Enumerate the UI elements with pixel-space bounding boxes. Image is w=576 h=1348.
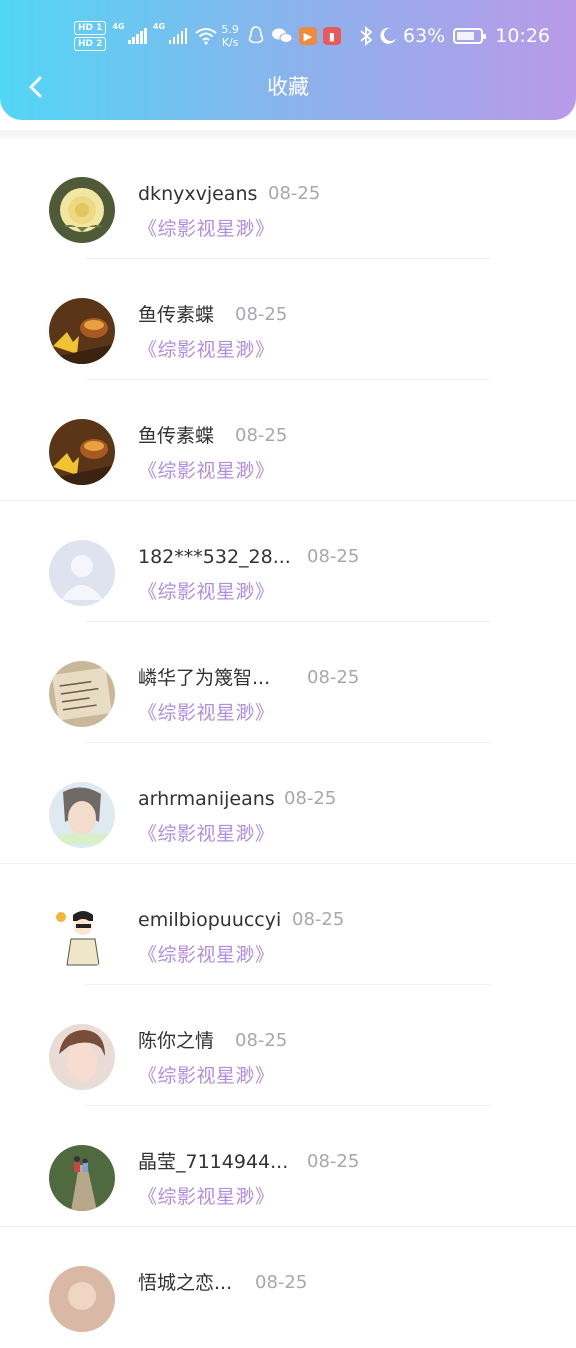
user-name: 鱼传素蝶	[138, 304, 215, 326]
favorite-date: 08-25	[307, 1151, 360, 1172]
user-name: arhrmanijeans	[138, 788, 275, 810]
status-right: 63% 10:26	[359, 22, 550, 50]
battery-percent: 63%	[403, 25, 446, 47]
avatar	[49, 782, 115, 848]
list-item[interactable]: 晶莹_7114944... 08-25 《综影视星渺》	[0, 1106, 576, 1227]
reader-app-icon: ▮	[322, 27, 341, 45]
book-title[interactable]: 《综影视星渺》	[138, 338, 275, 362]
user-name: 陈你之情	[138, 1030, 215, 1052]
favorite-date: 08-25	[307, 546, 360, 567]
book-title[interactable]: 《综影视星渺》	[138, 459, 275, 483]
book-title[interactable]: 《综影视星渺》	[138, 1064, 275, 1088]
page-title: 收藏	[267, 75, 309, 99]
wechat-icon	[271, 28, 293, 43]
avatar	[49, 298, 115, 364]
network-speed: 5.9 K/s	[221, 23, 239, 49]
favorite-date: 08-25	[284, 788, 337, 809]
hd1-badge: HD 1	[74, 21, 107, 35]
favorite-date: 08-25	[268, 183, 321, 204]
qq-icon	[248, 26, 264, 44]
list-item[interactable]: 嶙华了为篾智... 08-25 《综影视星渺》	[0, 622, 576, 743]
avatar	[49, 1145, 115, 1211]
avatar	[49, 661, 115, 727]
user-name: 悟城之恋...	[138, 1272, 233, 1294]
hd2-badge: HD 2	[74, 37, 107, 51]
favorite-date: 08-25	[235, 1030, 288, 1051]
list-item[interactable]: 悟城之恋... 08-25	[0, 1227, 576, 1348]
wifi-icon	[195, 28, 218, 45]
favorites-list: dknyxvjeans 08-25 《综影视星渺》 鱼传素蝶 08-25 《综影…	[0, 130, 576, 1348]
user-name: dknyxvjeans	[138, 183, 258, 205]
favorite-date: 08-25	[307, 667, 360, 688]
bluetooth-icon	[360, 26, 373, 46]
list-item[interactable]: 182***532_28... 08-25 《综影视星渺》	[0, 501, 576, 622]
book-title[interactable]: 《综影视星渺》	[138, 1185, 275, 1209]
clock: 10:26	[495, 25, 550, 47]
book-title[interactable]: 《综影视星渺》	[138, 701, 275, 725]
favorite-date: 08-25	[255, 1272, 308, 1293]
avatar	[49, 1024, 115, 1090]
book-title[interactable]: 《综影视星渺》	[138, 943, 275, 967]
book-title[interactable]: 《综影视星渺》	[138, 217, 275, 241]
favorite-date: 08-25	[235, 425, 288, 446]
avatar	[49, 540, 115, 606]
avatar	[49, 1266, 115, 1332]
avatar	[49, 177, 115, 243]
video-app-icon: ▶	[298, 27, 317, 45]
list-item[interactable]: 陈你之情 08-25 《综影视星渺》	[0, 985, 576, 1106]
list-item[interactable]: arhrmanijeans 08-25 《综影视星渺》	[0, 743, 576, 864]
user-name: 嶙华了为篾智...	[138, 667, 271, 689]
app-header: HD 1 HD 2 4G 4G 5.9 K/s ▶ ▮ 63% 10:26 收藏	[0, 0, 576, 120]
list-item[interactable]: 鱼传素蝶 08-25 《综影视星渺》	[0, 380, 576, 501]
list-item[interactable]: 鱼传素蝶 08-25 《综影视星渺》	[0, 259, 576, 380]
battery-icon	[453, 28, 487, 44]
avatar	[49, 903, 115, 969]
avatar	[49, 419, 115, 485]
book-title[interactable]: 《综影视星渺》	[138, 580, 275, 604]
status-bar: HD 1 HD 2 4G 4G 5.9 K/s ▶ ▮ 63% 10:26	[0, 0, 576, 70]
user-name: emilbiopuuccyi	[138, 909, 282, 931]
moon-icon	[380, 27, 396, 44]
user-name: 晶莹_7114944...	[138, 1151, 289, 1173]
user-name: 182***532_28...	[138, 546, 291, 568]
signal2-icon: 4G	[153, 22, 188, 44]
user-name: 鱼传素蝶	[138, 425, 215, 447]
signal1-icon: 4G	[112, 22, 147, 44]
list-item[interactable]: dknyxvjeans 08-25 《综影视星渺》	[0, 138, 576, 259]
favorite-date: 08-25	[235, 304, 288, 325]
favorite-date: 08-25	[292, 909, 345, 930]
status-left: HD 1 HD 2 4G 4G 5.9 K/s ▶ ▮	[74, 16, 341, 56]
list-item[interactable]: emilbiopuuccyi 08-25 《综影视星渺》	[0, 864, 576, 985]
nav-bar: 收藏	[0, 62, 576, 112]
book-title[interactable]: 《综影视星渺》	[138, 822, 275, 846]
